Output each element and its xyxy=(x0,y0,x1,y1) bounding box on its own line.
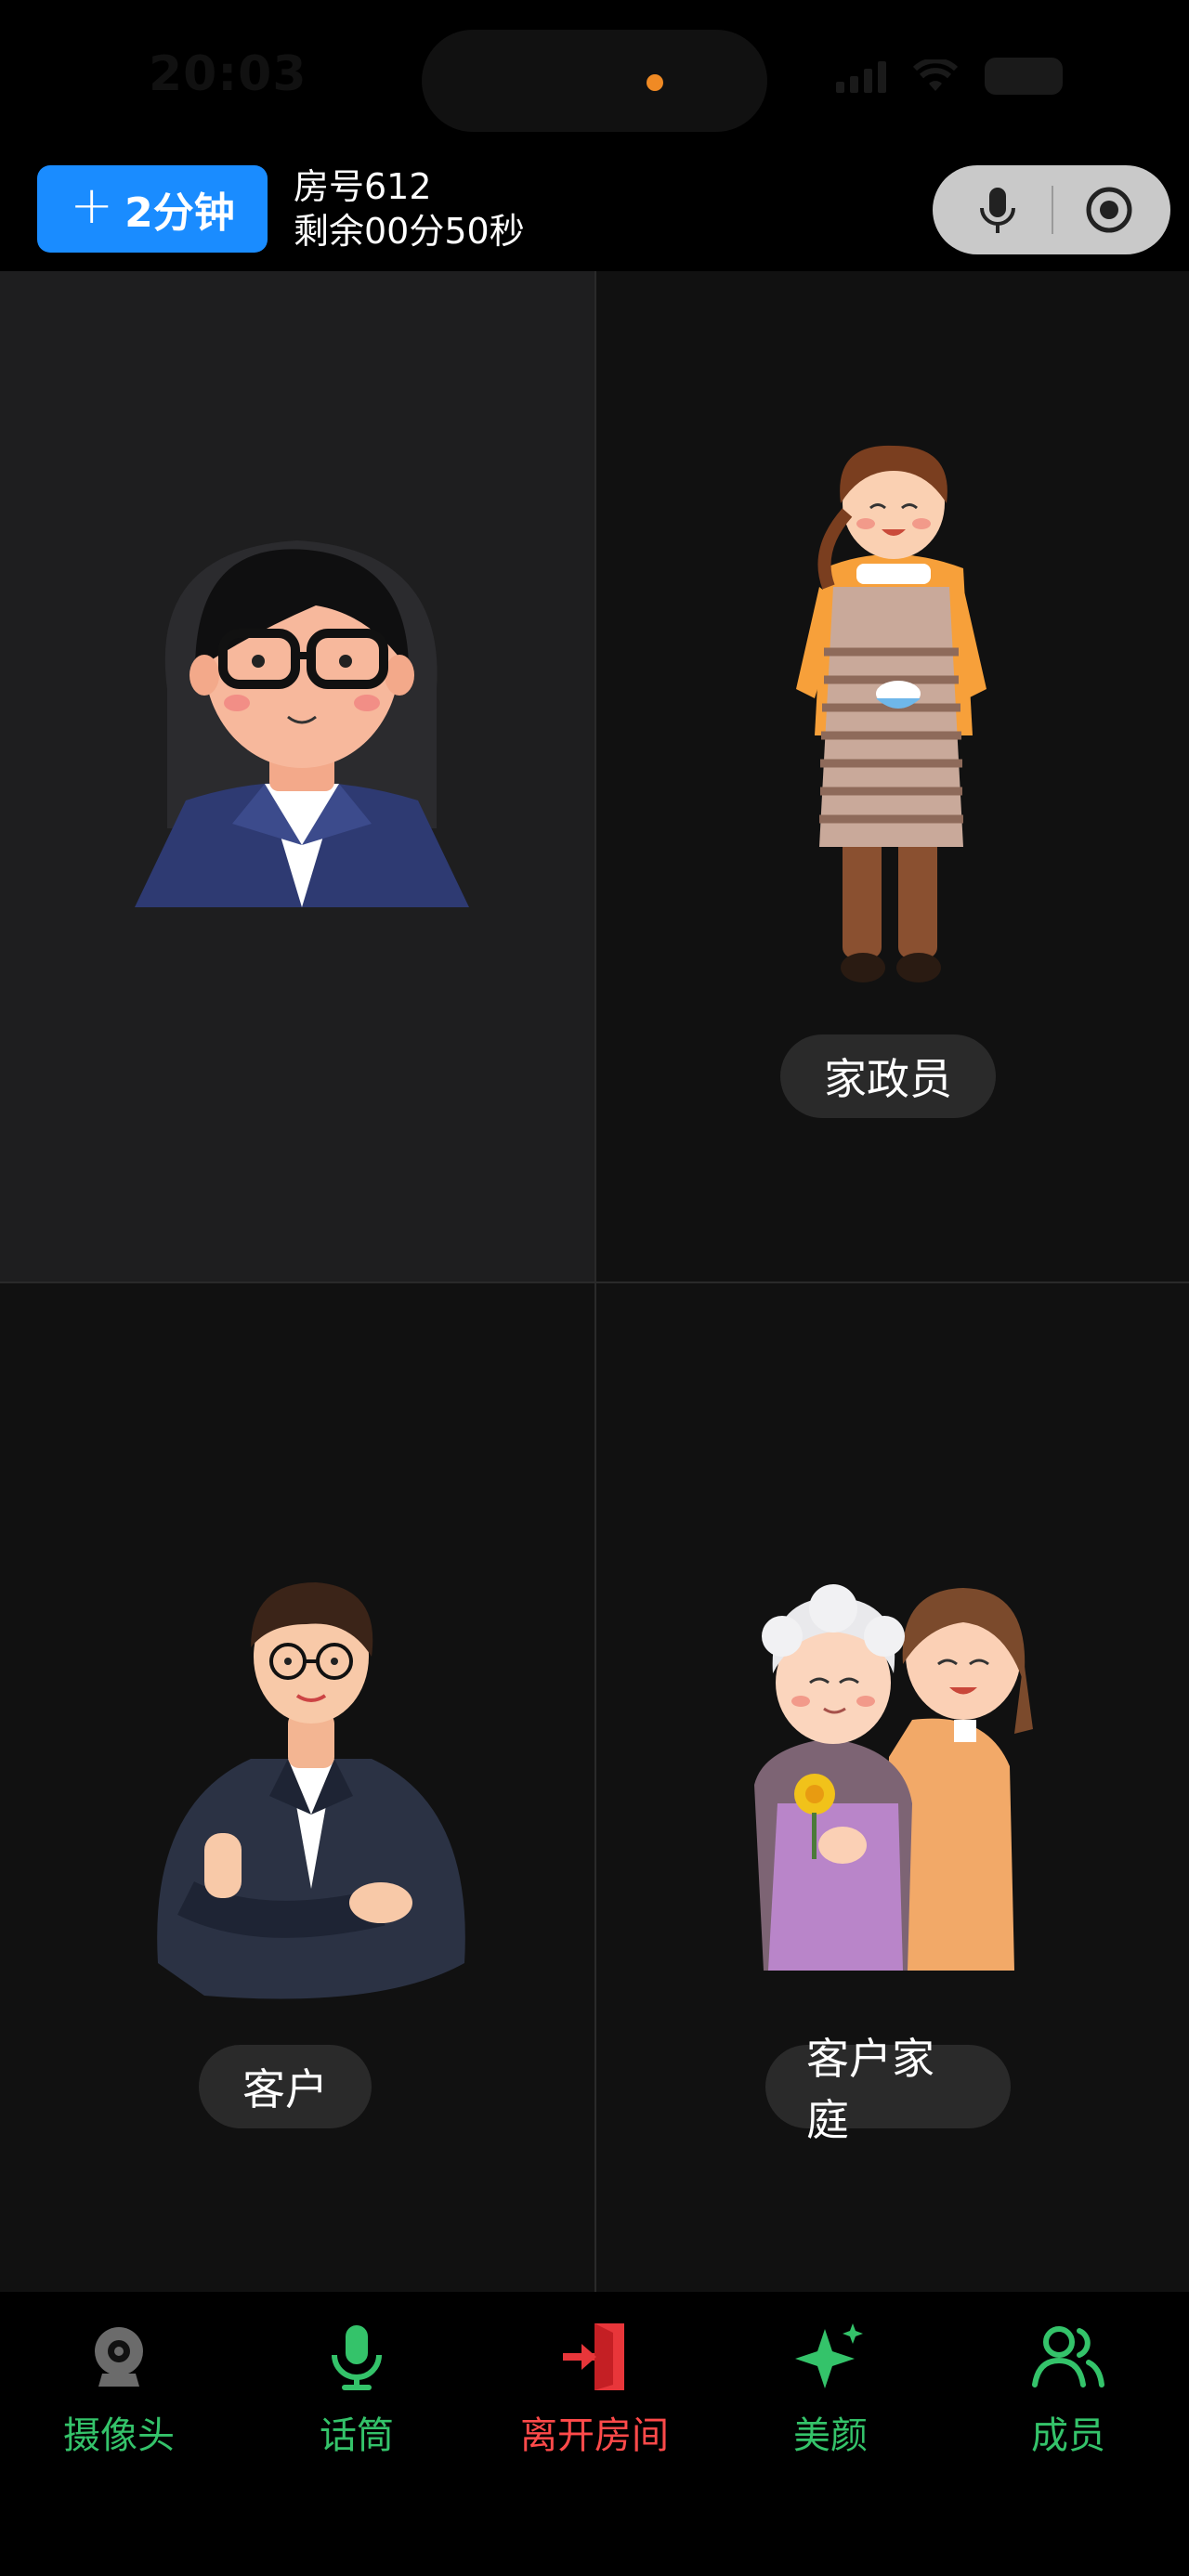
video-tile-customer-family[interactable]: 客户家庭 xyxy=(596,1283,1189,2292)
microphone-icon xyxy=(332,2325,382,2390)
members-label: 成员 xyxy=(1031,2414,1105,2457)
add-time-button[interactable]: + 2分钟 xyxy=(37,165,268,253)
leave-room-label: 离开房间 xyxy=(520,2414,669,2457)
leave-room-button[interactable]: 离开房间 xyxy=(492,2320,697,2487)
sparkle-icon xyxy=(795,2323,863,2388)
add-time-label: 2分钟 xyxy=(124,189,235,237)
remaining-time: 剩余00分50秒 xyxy=(294,211,525,252)
plus-icon: + xyxy=(70,176,114,236)
call-bottom-bar: 摄像头 话筒 离开房间 美颜 成员 xyxy=(0,2292,1189,2576)
self-avatar-illustration xyxy=(135,540,469,907)
wifi-icon xyxy=(912,59,959,91)
battery-icon xyxy=(985,58,1063,95)
recording-indicator-dot xyxy=(647,74,663,91)
call-top-bar: + 2分钟 房号612 剩余00分50秒 xyxy=(0,149,1189,269)
housekeeper-avatar-illustration xyxy=(796,445,986,982)
mic-menu-icon[interactable] xyxy=(970,182,1026,238)
video-tile-customer[interactable]: 客户 xyxy=(0,1283,594,2292)
capsule-menu xyxy=(933,165,1170,254)
room-info: 房号612 剩余00分50秒 xyxy=(294,165,525,254)
dynamic-island xyxy=(422,30,767,132)
customer-avatar-illustration xyxy=(157,1582,465,1999)
customer-label: 客户 xyxy=(199,2045,372,2128)
customer-family-avatar-illustration xyxy=(754,1584,1033,1971)
camera-icon xyxy=(95,2327,143,2387)
signal-icon xyxy=(836,59,886,93)
close-target-icon[interactable] xyxy=(1085,186,1133,234)
microphone-label: 话筒 xyxy=(320,2414,394,2457)
capsule-separator xyxy=(1052,186,1053,234)
video-tile-housekeeper[interactable]: 家政员 xyxy=(596,271,1189,1281)
customer-family-label: 客户家庭 xyxy=(765,2034,1011,2145)
grid-divider-horizontal xyxy=(0,1281,1189,1283)
camera-label: 摄像头 xyxy=(63,2414,175,2457)
room-number: 房号612 xyxy=(294,166,432,207)
status-time: 20:03 xyxy=(149,46,307,102)
members-button[interactable]: 成员 xyxy=(966,2320,1170,2487)
members-icon xyxy=(1032,2326,1104,2387)
beauty-label: 美颜 xyxy=(793,2414,868,2457)
leave-room-icon xyxy=(563,2323,624,2390)
status-bar: 20:03 xyxy=(0,0,1189,149)
housekeeper-label: 家政员 xyxy=(780,1034,996,1118)
beauty-button[interactable]: 美颜 xyxy=(728,2320,933,2487)
camera-button[interactable]: 摄像头 xyxy=(17,2320,221,2487)
status-icons xyxy=(836,58,1063,95)
video-tile-self[interactable]: 我 xyxy=(0,271,594,1281)
microphone-button[interactable]: 话筒 xyxy=(255,2320,459,2487)
